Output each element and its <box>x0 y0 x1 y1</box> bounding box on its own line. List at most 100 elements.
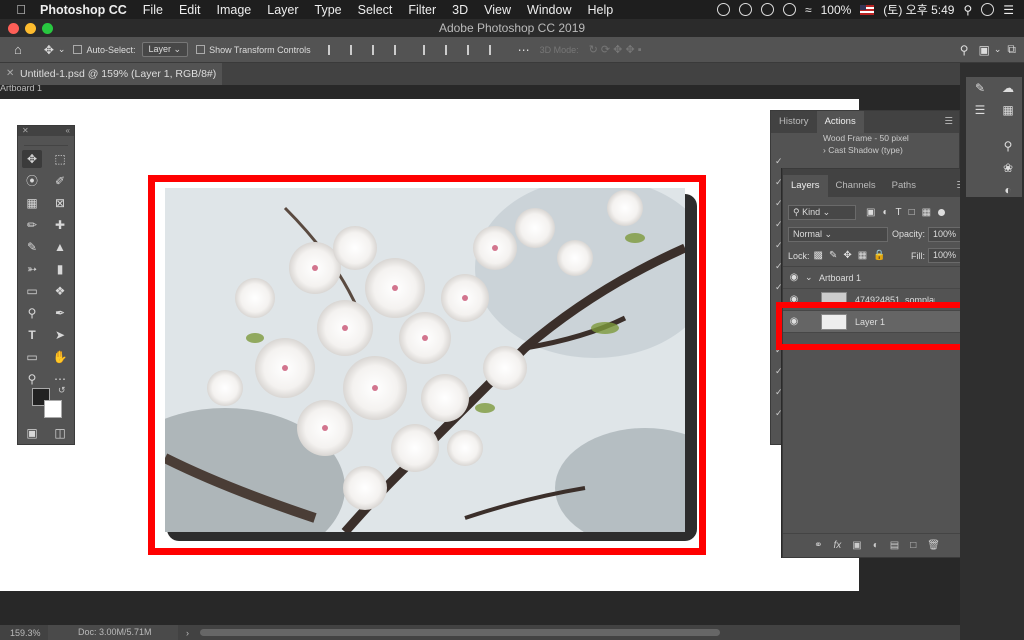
cherry-blossom-photo[interactable] <box>165 188 685 532</box>
tools-panel-header[interactable]: ✕ « <box>18 126 74 136</box>
crop-tool[interactable]: ▦ <box>22 194 42 212</box>
adjustments-sliders-icon[interactable]: ☰ <box>966 99 994 121</box>
new-layer-icon[interactable]: □ <box>910 540 916 551</box>
action-row[interactable]: Wood Frame - 50 pixel <box>771 133 959 145</box>
new-group-icon[interactable]: ▤ <box>890 540 899 551</box>
align-top-icon[interactable] <box>422 44 435 55</box>
more-options-icon[interactable]: ⋯ <box>518 43 530 57</box>
zoom-window-button[interactable] <box>42 23 53 34</box>
zoom-level[interactable]: 159.3% <box>0 628 48 638</box>
menu-layer[interactable]: Layer <box>259 3 306 17</box>
panel-menu-icon[interactable]: ☰ <box>944 111 959 133</box>
tool-preset-chevron-icon[interactable]: ⌄ <box>58 44 66 55</box>
frame-tool[interactable]: ⊠ <box>50 194 70 212</box>
show-transform-checkbox[interactable] <box>196 45 206 54</box>
bluetooth-icon[interactable] <box>783 3 796 16</box>
siri-icon[interactable] <box>981 3 995 16</box>
align-left-icon[interactable] <box>327 44 340 55</box>
input-source-icon[interactable] <box>860 4 875 15</box>
close-window-button[interactable] <box>8 23 19 34</box>
tab-layers[interactable]: Layers <box>783 175 828 197</box>
menu-image[interactable]: Image <box>209 3 260 17</box>
menu-type[interactable]: Type <box>307 3 350 17</box>
sync-icon[interactable] <box>739 3 752 16</box>
artboard[interactable] <box>0 99 859 591</box>
distribute-icon[interactable] <box>393 44 406 55</box>
zoom-tool[interactable]: ⚲ <box>22 370 42 388</box>
align-middle-icon[interactable] <box>444 44 457 55</box>
auto-select-checkbox[interactable] <box>73 45 83 54</box>
collapse-panel-icon[interactable]: « <box>66 126 70 136</box>
hand-tool[interactable]: ✋ <box>50 348 70 366</box>
gradient-tool[interactable]: ▭ <box>22 282 42 300</box>
background-color-swatch[interactable] <box>44 400 62 418</box>
document-tab[interactable]: ✕ Untitled-1.psd @ 159% (Layer 1, RGB/8#… <box>0 63 222 102</box>
workspace-chevron-icon[interactable]: ⌄ <box>994 44 1002 55</box>
rectangle-tool[interactable]: ▭ <box>22 348 42 366</box>
status-menu-icon[interactable]: › <box>186 628 189 638</box>
artboard-label[interactable]: Artboard 1 <box>0 85 42 93</box>
menubar-clock[interactable]: (토) 오후 5:49 <box>883 1 954 18</box>
screen-mode-icon[interactable]: ◫ <box>50 424 70 442</box>
close-panel-icon[interactable]: ✕ <box>22 126 29 136</box>
horizontal-scrollbar[interactable] <box>200 629 720 636</box>
lasso-tool[interactable]: ⦿ <box>22 172 42 190</box>
align-center-icon[interactable] <box>349 44 362 55</box>
menu-view[interactable]: View <box>476 3 519 17</box>
menu-file[interactable]: File <box>135 3 171 17</box>
filter-toggle-icon[interactable] <box>938 208 946 216</box>
share-icon[interactable]: ⧉ <box>1007 42 1016 57</box>
battery-percent[interactable]: 100% <box>821 3 852 17</box>
type-tool[interactable]: T <box>22 326 42 344</box>
tab-channels[interactable]: Channels <box>828 175 884 197</box>
history-brush-tool[interactable]: ➳ <box>22 260 42 278</box>
libraries-icon[interactable]: ☁ <box>994 77 1022 99</box>
apple-icon[interactable]:  <box>10 2 32 17</box>
filter-type-icons[interactable]: ▣◐T□▦ <box>866 207 938 218</box>
menu-filter[interactable]: Filter <box>400 3 444 17</box>
eyedropper-tool[interactable]: ✏ <box>22 216 42 234</box>
path-select-tool[interactable]: ➤ <box>50 326 70 344</box>
minimize-window-button[interactable] <box>25 23 36 34</box>
creative-cloud-icon[interactable] <box>717 3 730 16</box>
swatches-grid-icon[interactable]: ▦ <box>994 99 1022 121</box>
clone-stamp-tool[interactable]: ▲ <box>50 238 70 256</box>
kind-filter-dropdown[interactable]: ⚲ Kind ⌄ <box>788 204 856 220</box>
action-row[interactable]: › Cast Shadow (type) <box>771 145 959 157</box>
lock-icons[interactable]: ▩✎✥▦🔒 <box>814 250 892 261</box>
add-mask-icon[interactable]: ▣ <box>852 540 861 551</box>
delete-layer-icon[interactable]: 🗑 <box>927 540 940 551</box>
move-tool-icon[interactable]: ✥ <box>44 43 54 57</box>
quick-mask-icon[interactable]: ▣ <box>22 424 42 442</box>
adjustments-icon[interactable]: ◐ <box>994 179 1022 201</box>
blur-tool[interactable]: ❖ <box>50 282 70 300</box>
layer-row-artboard[interactable]: ◉ ⌄ Artboard 1 <box>783 267 971 289</box>
link-layers-icon[interactable]: ⚭ <box>814 540 822 551</box>
menu-3d[interactable]: 3D <box>444 3 476 17</box>
swap-colors-icon[interactable]: ↺ <box>58 385 66 396</box>
blend-mode-dropdown[interactable]: Normal ⌄ <box>788 226 888 242</box>
home-icon[interactable]: ⌂ <box>14 42 22 57</box>
tab-paths[interactable]: Paths <box>884 175 924 197</box>
wifi-icon[interactable]: ≈ <box>805 3 812 17</box>
learn-icon[interactable]: ⚲ <box>994 135 1022 157</box>
align-right-icon[interactable] <box>371 44 384 55</box>
search-tools-icon[interactable]: ⚲ <box>960 43 969 57</box>
tab-history[interactable]: History <box>771 111 817 133</box>
eraser-tool[interactable]: ▮ <box>50 260 70 278</box>
tab-actions[interactable]: Actions <box>816 111 864 133</box>
menu-app[interactable]: Photoshop CC <box>32 3 135 17</box>
search-icon[interactable]: ⚲ <box>963 3 972 17</box>
auto-select-dropdown[interactable]: Layer ⌄ <box>141 42 189 57</box>
brush-settings-icon[interactable]: ✎ <box>966 77 994 99</box>
pen-tool[interactable]: ✒ <box>50 304 70 322</box>
menu-window[interactable]: Window <box>519 3 579 17</box>
group-expand-icon[interactable]: ⌄ <box>805 272 819 283</box>
menu-select[interactable]: Select <box>350 3 401 17</box>
brush-tool[interactable]: ✎ <box>22 238 42 256</box>
healing-brush-tool[interactable]: ✚ <box>50 216 70 234</box>
notification-center-icon[interactable]: ☰ <box>1003 3 1014 17</box>
color-icon[interactable]: ❀ <box>994 157 1022 179</box>
marquee-tool[interactable]: ⬚ <box>50 150 70 168</box>
doc-size[interactable]: Doc: 3.00M/5.71M <box>48 625 178 640</box>
